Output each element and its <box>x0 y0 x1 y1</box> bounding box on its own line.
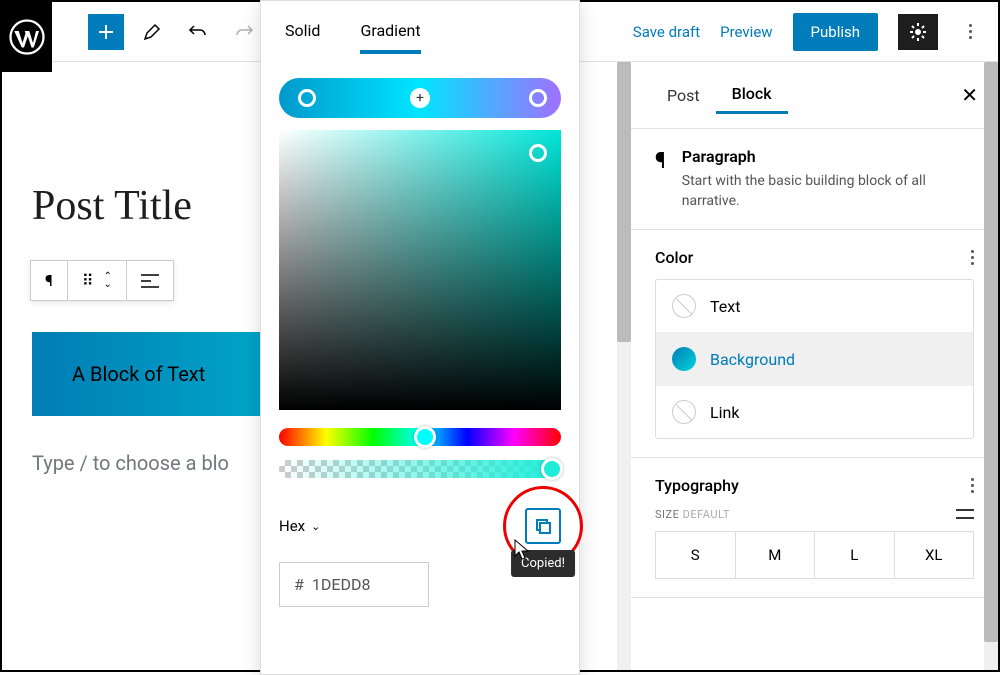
add-block-button[interactable] <box>88 14 124 50</box>
close-sidebar-icon[interactable]: ✕ <box>961 83 978 107</box>
saturation-handle[interactable] <box>529 144 547 162</box>
redo-button[interactable] <box>226 14 262 50</box>
gradient-add-stop[interactable]: + <box>410 88 430 108</box>
color-link-row[interactable]: Link <box>656 386 973 438</box>
gradient-tab[interactable]: Gradient <box>360 21 420 54</box>
preview-link[interactable]: Preview <box>720 23 772 41</box>
solid-tab[interactable]: Solid <box>285 21 320 54</box>
alpha-handle[interactable] <box>541 458 563 480</box>
hex-input[interactable]: # 1DEDD8 <box>279 562 429 607</box>
color-text-row[interactable]: Text <box>656 280 973 333</box>
link-swatch <box>672 400 696 424</box>
typography-heading: Typography <box>655 476 739 495</box>
block-description: Start with the basic building block of a… <box>682 172 974 211</box>
hue-handle[interactable] <box>414 426 436 448</box>
drag-handle-icon[interactable]: ⠿ ⌃⌄ <box>68 261 127 300</box>
color-picker-popover: Solid Gradient + Hex ⌄ Copied! # 1DEDD8 <box>260 0 580 675</box>
size-default-label: DEFAULT <box>683 508 730 521</box>
copied-tooltip: Copied! <box>511 550 575 577</box>
settings-sidebar: Post Block ✕ ¶ Paragraph Start with the … <box>630 62 998 670</box>
paragraph-icon: ¶ <box>655 149 666 211</box>
size-custom-icon[interactable] <box>956 507 974 521</box>
settings-button[interactable] <box>898 14 938 50</box>
scrollbar-sidebar[interactable] <box>984 62 998 670</box>
typography-panel: Typography SIZE DEFAULT S M L XL <box>631 458 998 598</box>
background-swatch <box>672 347 696 371</box>
gradient-bar[interactable]: + <box>279 78 561 118</box>
saturation-picker[interactable] <box>279 130 561 410</box>
block-toolbar: ¶ ⠿ ⌃⌄ <box>30 260 174 301</box>
save-draft-link[interactable]: Save draft <box>633 23 700 41</box>
size-label: SIZE <box>655 508 679 521</box>
undo-button[interactable] <box>180 14 216 50</box>
size-xl[interactable]: XL <box>895 532 974 578</box>
tab-block[interactable]: Block <box>716 76 788 114</box>
align-icon[interactable] <box>127 261 173 300</box>
hex-prefix: # <box>294 575 304 594</box>
size-l[interactable]: L <box>815 532 895 578</box>
color-background-row[interactable]: Background <box>656 333 973 386</box>
format-select[interactable]: Hex ⌄ <box>279 517 320 535</box>
block-info: ¶ Paragraph Start with the basic buildin… <box>631 129 998 230</box>
size-m[interactable]: M <box>736 532 816 578</box>
gradient-stop-2[interactable] <box>529 89 547 107</box>
copy-color-button[interactable]: Copied! <box>525 508 561 544</box>
hue-slider[interactable] <box>279 428 561 446</box>
scrollbar-editor[interactable] <box>617 62 631 670</box>
publish-button[interactable]: Publish <box>793 13 878 51</box>
tab-post[interactable]: Post <box>651 78 716 113</box>
more-menu-button[interactable] <box>958 14 982 50</box>
alpha-slider[interactable] <box>279 460 561 478</box>
typography-options-icon[interactable] <box>971 478 974 493</box>
edit-tool-icon[interactable] <box>134 14 170 50</box>
color-panel: Color Text Background Link <box>631 230 998 458</box>
paragraph-icon[interactable]: ¶ <box>31 261 68 300</box>
color-options-icon[interactable] <box>971 250 974 265</box>
gradient-stop-1[interactable] <box>298 89 316 107</box>
text-swatch <box>672 294 696 318</box>
color-heading: Color <box>655 248 693 267</box>
size-s[interactable]: S <box>656 532 736 578</box>
hex-value: 1DEDD8 <box>312 575 371 594</box>
block-name: Paragraph <box>682 147 974 166</box>
